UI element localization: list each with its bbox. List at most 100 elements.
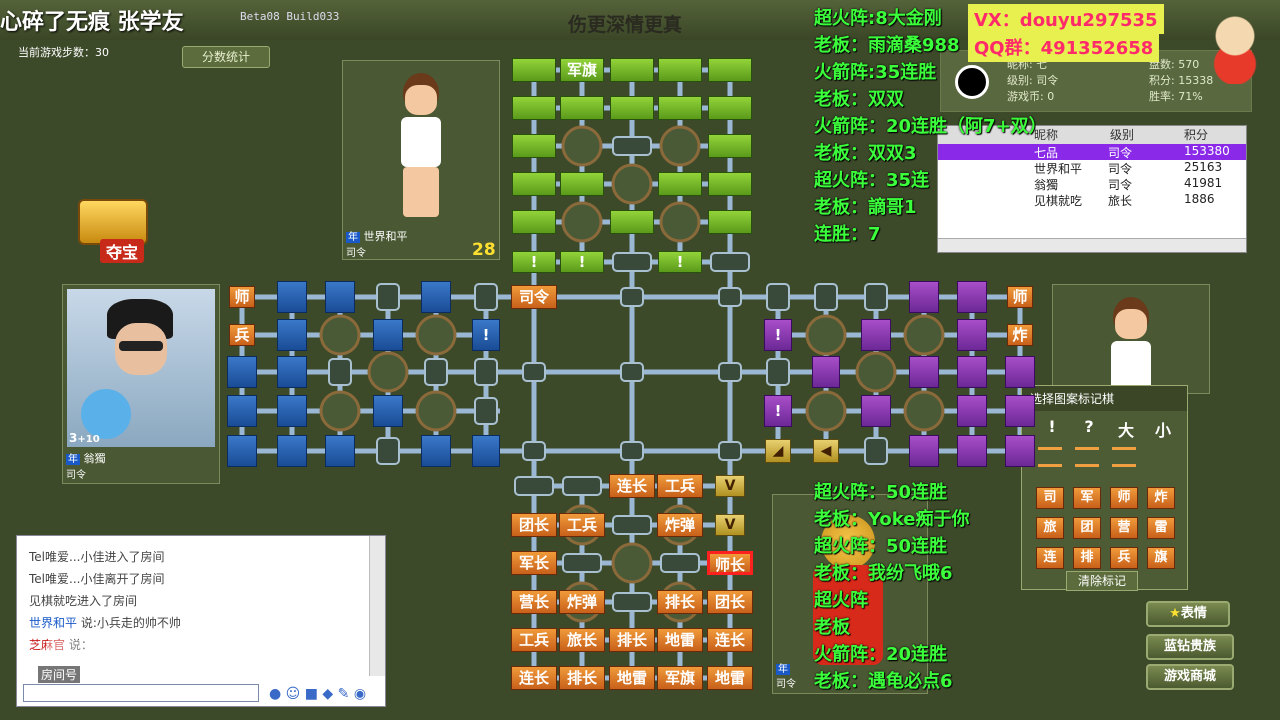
rail-node[interactable]	[620, 441, 644, 461]
top-piece[interactable]	[610, 210, 654, 234]
left-piece-bing[interactable]: 兵	[229, 324, 255, 346]
rail-node[interactable]	[620, 287, 644, 307]
top-piece[interactable]	[610, 58, 654, 82]
top-flag-piece[interactable]: 军旗	[560, 58, 604, 82]
top-piece[interactable]	[610, 96, 654, 120]
bottom-piece[interactable]: 地雷	[657, 628, 703, 652]
left-piece-shi[interactable]: 师	[229, 286, 255, 308]
chat-bubble-icon[interactable]: ●	[269, 686, 281, 702]
top-piece[interactable]	[708, 172, 752, 196]
bottom-piece[interactable]: 炸弹	[559, 590, 605, 614]
bottom-piece[interactable]: 师长	[707, 551, 753, 575]
empty-slot[interactable]	[562, 553, 602, 573]
gift-icon[interactable]: ■	[305, 686, 318, 702]
mark-piece[interactable]: 连	[1036, 547, 1064, 569]
left-piece[interactable]	[277, 356, 307, 388]
mark-piece[interactable]: 兵	[1110, 547, 1138, 569]
mark-piece[interactable]: 旅	[1036, 517, 1064, 539]
mark-piece[interactable]: 师	[1110, 487, 1138, 509]
right-piece[interactable]	[861, 319, 891, 351]
left-piece[interactable]	[227, 356, 257, 388]
left-piece[interactable]	[373, 319, 403, 351]
right-piece[interactable]	[909, 435, 939, 467]
left-piece[interactable]	[325, 435, 355, 467]
bottom-piece[interactable]: 旅长	[559, 628, 605, 652]
left-piece[interactable]	[373, 395, 403, 427]
bottom-piece[interactable]: 团长	[707, 590, 753, 614]
bottom-piece[interactable]: 连长	[511, 666, 557, 690]
bottom-piece[interactable]: 排长	[559, 666, 605, 690]
bottom-piece[interactable]: 地雷	[707, 666, 753, 690]
mark-line-icon[interactable]	[1038, 447, 1062, 467]
blue-diamond-button[interactable]: 蓝钻贵族	[1146, 634, 1234, 660]
top-piece[interactable]	[708, 96, 752, 120]
left-piece[interactable]	[277, 395, 307, 427]
center-piece-siling[interactable]: 司令	[511, 285, 557, 309]
empty-slot[interactable]	[660, 553, 700, 573]
empty-slot[interactable]	[612, 592, 652, 612]
bottom-piece[interactable]: 炸弹	[657, 513, 703, 537]
empty-slot[interactable]	[474, 283, 498, 311]
wrench-icon[interactable]: ✎	[338, 686, 350, 702]
bottom-piece[interactable]: 排长	[609, 628, 655, 652]
bottom-piece[interactable]: 营长	[511, 590, 557, 614]
empty-slot[interactable]	[814, 283, 838, 311]
left-piece[interactable]	[421, 281, 451, 313]
empty-slot[interactable]	[612, 515, 652, 535]
bottom-piece[interactable]: 军长	[511, 551, 557, 575]
empty-slot[interactable]	[514, 476, 554, 496]
top-piece[interactable]	[560, 96, 604, 120]
empty-slot[interactable]	[474, 358, 498, 386]
left-piece-marked[interactable]: !	[472, 319, 500, 351]
right-piece[interactable]	[1005, 435, 1035, 467]
right-piece[interactable]	[957, 435, 987, 467]
right-piece-marked[interactable]: !	[764, 319, 792, 351]
bottom-piece[interactable]: 排长	[657, 590, 703, 614]
left-piece[interactable]	[325, 281, 355, 313]
right-piece-shi[interactable]: 师	[1007, 286, 1033, 308]
right-piece-zha[interactable]: 炸	[1007, 324, 1033, 346]
rail-node[interactable]	[718, 362, 742, 382]
right-piece[interactable]	[957, 281, 987, 313]
left-piece[interactable]	[277, 319, 307, 351]
right-arrow-piece[interactable]: ◢	[765, 439, 791, 463]
rail-node[interactable]	[620, 362, 644, 382]
mark-line-icon[interactable]	[1075, 447, 1099, 467]
bottom-piece[interactable]: 团长	[511, 513, 557, 537]
game-shop-button[interactable]: 游戏商城	[1146, 664, 1234, 690]
top-piece[interactable]	[560, 172, 604, 196]
bell-icon[interactable]: ◆	[322, 686, 333, 702]
empty-slot[interactable]	[612, 136, 652, 156]
empty-slot[interactable]	[710, 252, 750, 272]
bottom-piece[interactable]: 工兵	[657, 474, 703, 498]
top-piece-marked[interactable]: !	[560, 251, 604, 273]
mark-line-icon[interactable]	[1112, 447, 1136, 467]
bottom-piece[interactable]: 地雷	[609, 666, 655, 690]
mark-piece[interactable]: 司	[1036, 487, 1064, 509]
mark-piece[interactable]: 旗	[1147, 547, 1175, 569]
top-piece[interactable]	[512, 210, 556, 234]
mark-symbol[interactable]: 大	[1112, 417, 1140, 440]
right-piece[interactable]	[1005, 395, 1035, 427]
mark-piece[interactable]: 炸	[1147, 487, 1175, 509]
chat-scrollbar[interactable]	[369, 536, 385, 676]
mark-piece[interactable]: 营	[1110, 517, 1138, 539]
top-piece[interactable]	[708, 134, 752, 158]
empty-slot[interactable]	[562, 476, 602, 496]
empty-slot[interactable]	[612, 252, 652, 272]
mark-symbol[interactable]: ?	[1075, 417, 1103, 439]
top-piece[interactable]	[512, 134, 556, 158]
rail-node[interactable]	[718, 287, 742, 307]
left-piece[interactable]	[421, 435, 451, 467]
top-piece[interactable]	[658, 58, 702, 82]
globe-icon[interactable]: ◉	[354, 686, 366, 702]
left-piece[interactable]	[472, 435, 500, 467]
rail-node[interactable]	[522, 441, 546, 461]
left-piece[interactable]	[277, 281, 307, 313]
bottom-piece[interactable]: 连长	[707, 628, 753, 652]
mark-piece[interactable]: 团	[1073, 517, 1101, 539]
bottom-arrow-piece[interactable]: V	[715, 514, 745, 536]
mark-symbol[interactable]: !	[1038, 417, 1066, 439]
clear-marks-button[interactable]: 清除标记	[1066, 571, 1138, 591]
chat-input[interactable]	[23, 684, 259, 702]
